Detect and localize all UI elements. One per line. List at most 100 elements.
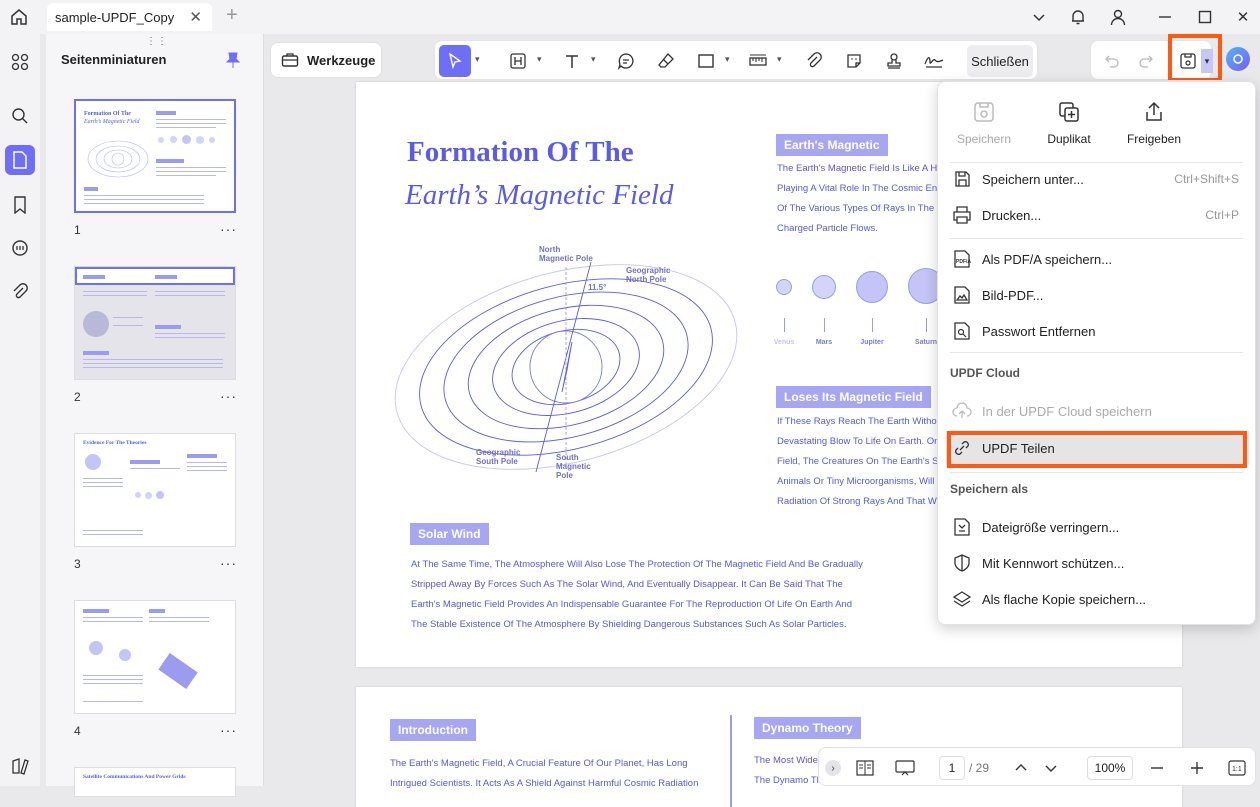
angle-label: 11.5°	[588, 283, 607, 292]
menu-item-protect-password[interactable]: Mit Kennwort schützen...	[946, 546, 1249, 580]
presentation-icon[interactable]	[895, 758, 915, 778]
text-tool-icon[interactable]	[559, 48, 585, 74]
section-heading: Introduction	[390, 719, 476, 741]
section-heading: Loses Its Magnetic Field	[776, 386, 931, 408]
tab-title: sample-UPDF_Copy	[55, 9, 175, 25]
menu-divider	[950, 238, 1243, 239]
planet-tick	[784, 318, 785, 332]
share-highlight-box	[947, 431, 1247, 468]
stamp-icon[interactable]	[881, 48, 907, 74]
undo-icon[interactable]	[1099, 48, 1125, 74]
rectangle-icon[interactable]	[693, 48, 719, 74]
zoom-out-icon[interactable]	[1147, 758, 1167, 778]
menu-save-button[interactable]: Speichern	[944, 82, 1024, 158]
menu-share-button[interactable]: Freigeben	[1114, 82, 1194, 158]
menu-item-save-cloud[interactable]: In der UPDF Cloud speichern	[946, 394, 1249, 428]
search-icon[interactable]	[8, 104, 32, 128]
more-options-icon[interactable]: ···	[220, 221, 237, 237]
attachment-icon[interactable]	[8, 280, 32, 304]
thumbnail-page-number: 2	[74, 390, 81, 404]
user-icon[interactable]	[1105, 4, 1131, 30]
menu-item-reduce-size[interactable]: Dateigröße verringern...	[946, 510, 1249, 544]
page-title: Formation Of The	[407, 136, 634, 168]
more-options-icon[interactable]: ···	[220, 555, 237, 571]
chevron-up-icon[interactable]	[1011, 758, 1031, 778]
actual-size-icon[interactable]: 1:1	[1227, 758, 1247, 778]
svg-text:1:1: 1:1	[1232, 766, 1242, 773]
save-options-menu: Speichern Duplikat Freigeben Speichern u…	[937, 81, 1256, 625]
chevron-down-icon[interactable]: ▾	[537, 54, 542, 65]
planet-mars	[812, 275, 836, 299]
pin-icon[interactable]	[225, 52, 241, 73]
menu-item-flatten[interactable]: Als flache Kopie speichern...	[946, 582, 1249, 616]
tab-close-icon[interactable]: ✕	[189, 8, 202, 26]
select-cursor-icon[interactable]	[439, 45, 471, 77]
redo-icon[interactable]	[1133, 48, 1159, 74]
menu-item-save-as[interactable]: Speichern unter... Ctrl+Shift+S	[946, 162, 1249, 196]
planet-jupiter	[856, 271, 888, 303]
toolbox-icon	[281, 53, 299, 67]
menu-section-cloud: UPDF Cloud	[950, 366, 1020, 380]
page-thumbnail[interactable]: Evidence For The Theories	[74, 433, 236, 547]
eraser-icon[interactable]	[653, 48, 679, 74]
tools-button[interactable]: Werkzeuge	[270, 42, 382, 78]
section-heading: Dynamo Theory	[754, 717, 861, 739]
chevron-down-icon[interactable]: ▾	[475, 54, 480, 65]
text-box-icon[interactable]	[505, 48, 531, 74]
minimize-icon[interactable]	[1152, 4, 1178, 30]
thumbnails-panel: ⋮⋮ Seitenminiaturen Formation Of The Ear…	[46, 34, 264, 797]
more-options-icon[interactable]: ···	[220, 722, 237, 738]
grid-icon[interactable]	[8, 50, 32, 74]
thumbnail-page-number: 1	[74, 223, 81, 237]
page-number-input[interactable]: 1	[939, 756, 965, 780]
document-tab[interactable]: sample-UPDF_Copy ✕	[47, 3, 212, 31]
paperclip-icon[interactable]	[801, 48, 827, 74]
menu-item-image-pdf[interactable]: Bild-PDF...	[946, 278, 1249, 312]
close-window-icon[interactable]: ✕	[1230, 4, 1256, 30]
tools-label: Werkzeuge	[307, 52, 376, 68]
close-tools-button[interactable]: Schließen	[967, 45, 1033, 77]
more-options-icon[interactable]: ···	[220, 388, 237, 404]
chevron-down-icon[interactable]: ▾	[591, 54, 596, 65]
page-thumbnail[interactable]: Satellite Communications And Power Grids	[74, 767, 236, 797]
notification-bell-icon[interactable]	[1065, 4, 1091, 30]
bookmark-icon[interactable]	[8, 193, 32, 217]
page-thumbnail[interactable]: Formation Of The Earth’s Magnetic Field	[74, 99, 236, 213]
page-layout-icon[interactable]	[855, 758, 875, 778]
duplicate-icon	[1059, 102, 1079, 122]
menu-item-pdfa[interactable]: PDF/A Als PDF/A speichern...	[946, 242, 1249, 276]
planet-tick	[872, 318, 873, 332]
section-text: The Most Wide The Dynamo Th	[754, 755, 822, 786]
home-icon[interactable]	[8, 6, 30, 28]
zoom-in-icon[interactable]	[1187, 758, 1207, 778]
planet-venus	[776, 279, 792, 295]
geographic-north-label: Geographic North Pole	[626, 266, 671, 284]
menu-divider	[950, 352, 1243, 353]
menu-duplicate-button[interactable]: Duplikat	[1029, 82, 1109, 158]
maximize-icon[interactable]	[1192, 4, 1218, 30]
menu-item-remove-password[interactable]: Passwort Entfernen	[946, 314, 1249, 348]
comment-icon[interactable]	[613, 48, 639, 74]
measure-icon[interactable]	[745, 48, 771, 74]
chevron-down-icon[interactable]: ▾	[777, 54, 782, 65]
page-navigation-bar: › 1 / 29 100% 1:1	[818, 747, 1256, 786]
south-magnetic-label: South Magnetic Pole	[556, 453, 591, 480]
ai-assistant-icon[interactable]	[1226, 47, 1250, 71]
sticker-icon[interactable]	[841, 48, 867, 74]
chevron-down-icon[interactable]	[1026, 4, 1052, 30]
zoom-level[interactable]: 100%	[1087, 756, 1133, 780]
planet-label: Venus	[773, 339, 795, 346]
new-tab-icon[interactable]: +	[226, 4, 238, 27]
page-thumbnail[interactable]	[74, 266, 236, 380]
collapse-icon[interactable]: ›	[825, 760, 841, 776]
menu-item-print[interactable]: Drucken... Ctrl+P	[946, 198, 1249, 232]
chevron-down-icon[interactable]	[1041, 758, 1061, 778]
comments-icon[interactable]	[8, 236, 32, 260]
signature-icon[interactable]	[921, 48, 947, 74]
chevron-down-icon[interactable]: ▾	[725, 54, 730, 65]
layers-panel-icon[interactable]	[8, 754, 32, 778]
drag-handle-icon[interactable]: ⋮⋮	[146, 36, 168, 47]
page-thumbnail[interactable]	[74, 600, 236, 714]
thumbnails-icon[interactable]	[5, 145, 35, 175]
svg-text:PDF/A: PDF/A	[956, 259, 971, 265]
